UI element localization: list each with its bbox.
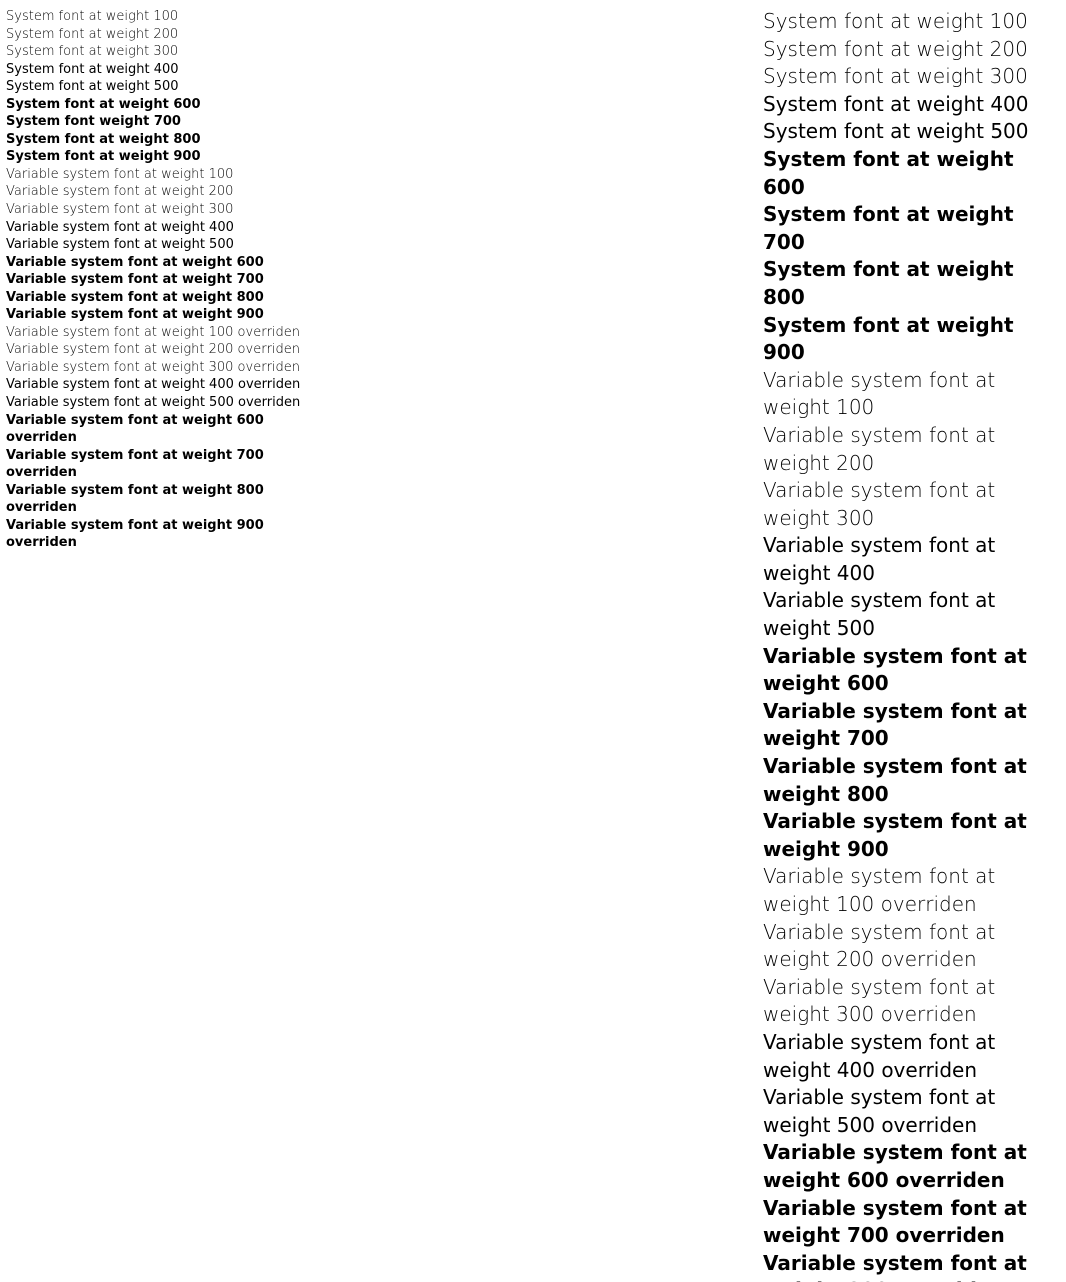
right-text-item-13: Variable system font at weight 500 (763, 587, 1060, 642)
right-text-item-5: System font at weight 600 (763, 146, 1060, 201)
right-text-item-7: System font at weight 800 (763, 256, 1060, 311)
left-text-item-9: Variable system font at weight 100 (6, 166, 303, 184)
left-text-item-1: System font at weight 200 (6, 26, 303, 44)
left-text-item-10: Variable system font at weight 200 (6, 183, 303, 201)
right-text-item-2: System font at weight 300 (763, 63, 1060, 91)
right-text-item-1: System font at weight 200 (763, 36, 1060, 64)
right-text-item-19: Variable system font at weight 200 overr… (763, 919, 1060, 974)
left-text-item-21: Variable system font at weight 400 overr… (6, 376, 303, 394)
left-text-item-3: System font at weight 400 (6, 61, 303, 79)
right-column: System font at weight 100System font at … (303, 8, 1060, 1282)
right-text-item-0: System font at weight 100 (763, 8, 1060, 36)
left-text-item-17: Variable system font at weight 900 (6, 306, 303, 324)
left-text-item-12: Variable system font at weight 400 (6, 219, 303, 237)
right-text-item-24: Variable system font at weight 700 overr… (763, 1195, 1060, 1250)
left-text-item-22: Variable system font at weight 500 overr… (6, 394, 303, 412)
left-text-item-11: Variable system font at weight 300 (6, 201, 303, 219)
left-text-item-13: Variable system font at weight 500 (6, 236, 303, 254)
right-text-item-11: Variable system font at weight 300 (763, 477, 1060, 532)
right-text-item-12: Variable system font at weight 400 (763, 532, 1060, 587)
right-text-item-18: Variable system font at weight 100 overr… (763, 863, 1060, 918)
left-text-item-7: System font at weight 800 (6, 131, 303, 149)
right-text-item-23: Variable system font at weight 600 overr… (763, 1139, 1060, 1194)
right-text-item-10: Variable system font at weight 200 (763, 422, 1060, 477)
left-text-item-15: Variable system font at weight 700 (6, 271, 303, 289)
right-text-item-20: Variable system font at weight 300 overr… (763, 974, 1060, 1029)
right-text-item-15: Variable system font at weight 700 (763, 698, 1060, 753)
left-text-item-24: Variable system font at weight 700 overr… (6, 447, 303, 482)
right-text-item-21: Variable system font at weight 400 overr… (763, 1029, 1060, 1084)
left-text-item-6: System font weight 700 (6, 113, 303, 131)
right-text-item-6: System font at weight 700 (763, 201, 1060, 256)
right-text-item-22: Variable system font at weight 500 overr… (763, 1084, 1060, 1139)
left-text-item-26: Variable system font at weight 900 overr… (6, 517, 303, 552)
right-text-item-4: System font at weight 500 (763, 118, 1060, 146)
left-text-item-0: System font at weight 100 (6, 8, 303, 26)
left-text-item-8: System font at weight 900 (6, 148, 303, 166)
right-text-item-8: System font at weight 900 (763, 312, 1060, 367)
left-text-item-2: System font at weight 300 (6, 43, 303, 61)
left-text-item-5: System font at weight 600 (6, 96, 303, 114)
right-text-item-3: System font at weight 400 (763, 91, 1060, 119)
left-text-item-20: Variable system font at weight 300 overr… (6, 359, 303, 377)
left-text-item-19: Variable system font at weight 200 overr… (6, 341, 303, 359)
left-text-item-16: Variable system font at weight 800 (6, 289, 303, 307)
right-text-item-14: Variable system font at weight 600 (763, 643, 1060, 698)
right-text-item-25: Variable system font at weight 800 overr… (763, 1250, 1060, 1282)
main-container: System font at weight 100System font at … (0, 0, 1066, 1282)
left-text-item-23: Variable system font at weight 600 overr… (6, 412, 303, 447)
left-text-item-25: Variable system font at weight 800 overr… (6, 482, 303, 517)
left-text-item-4: System font at weight 500 (6, 78, 303, 96)
left-column: System font at weight 100System font at … (6, 8, 303, 1282)
right-text-item-16: Variable system font at weight 800 (763, 753, 1060, 808)
left-text-item-14: Variable system font at weight 600 (6, 254, 303, 272)
right-text-item-17: Variable system font at weight 900 (763, 808, 1060, 863)
left-text-item-18: Variable system font at weight 100 overr… (6, 324, 303, 342)
right-text-item-9: Variable system font at weight 100 (763, 367, 1060, 422)
